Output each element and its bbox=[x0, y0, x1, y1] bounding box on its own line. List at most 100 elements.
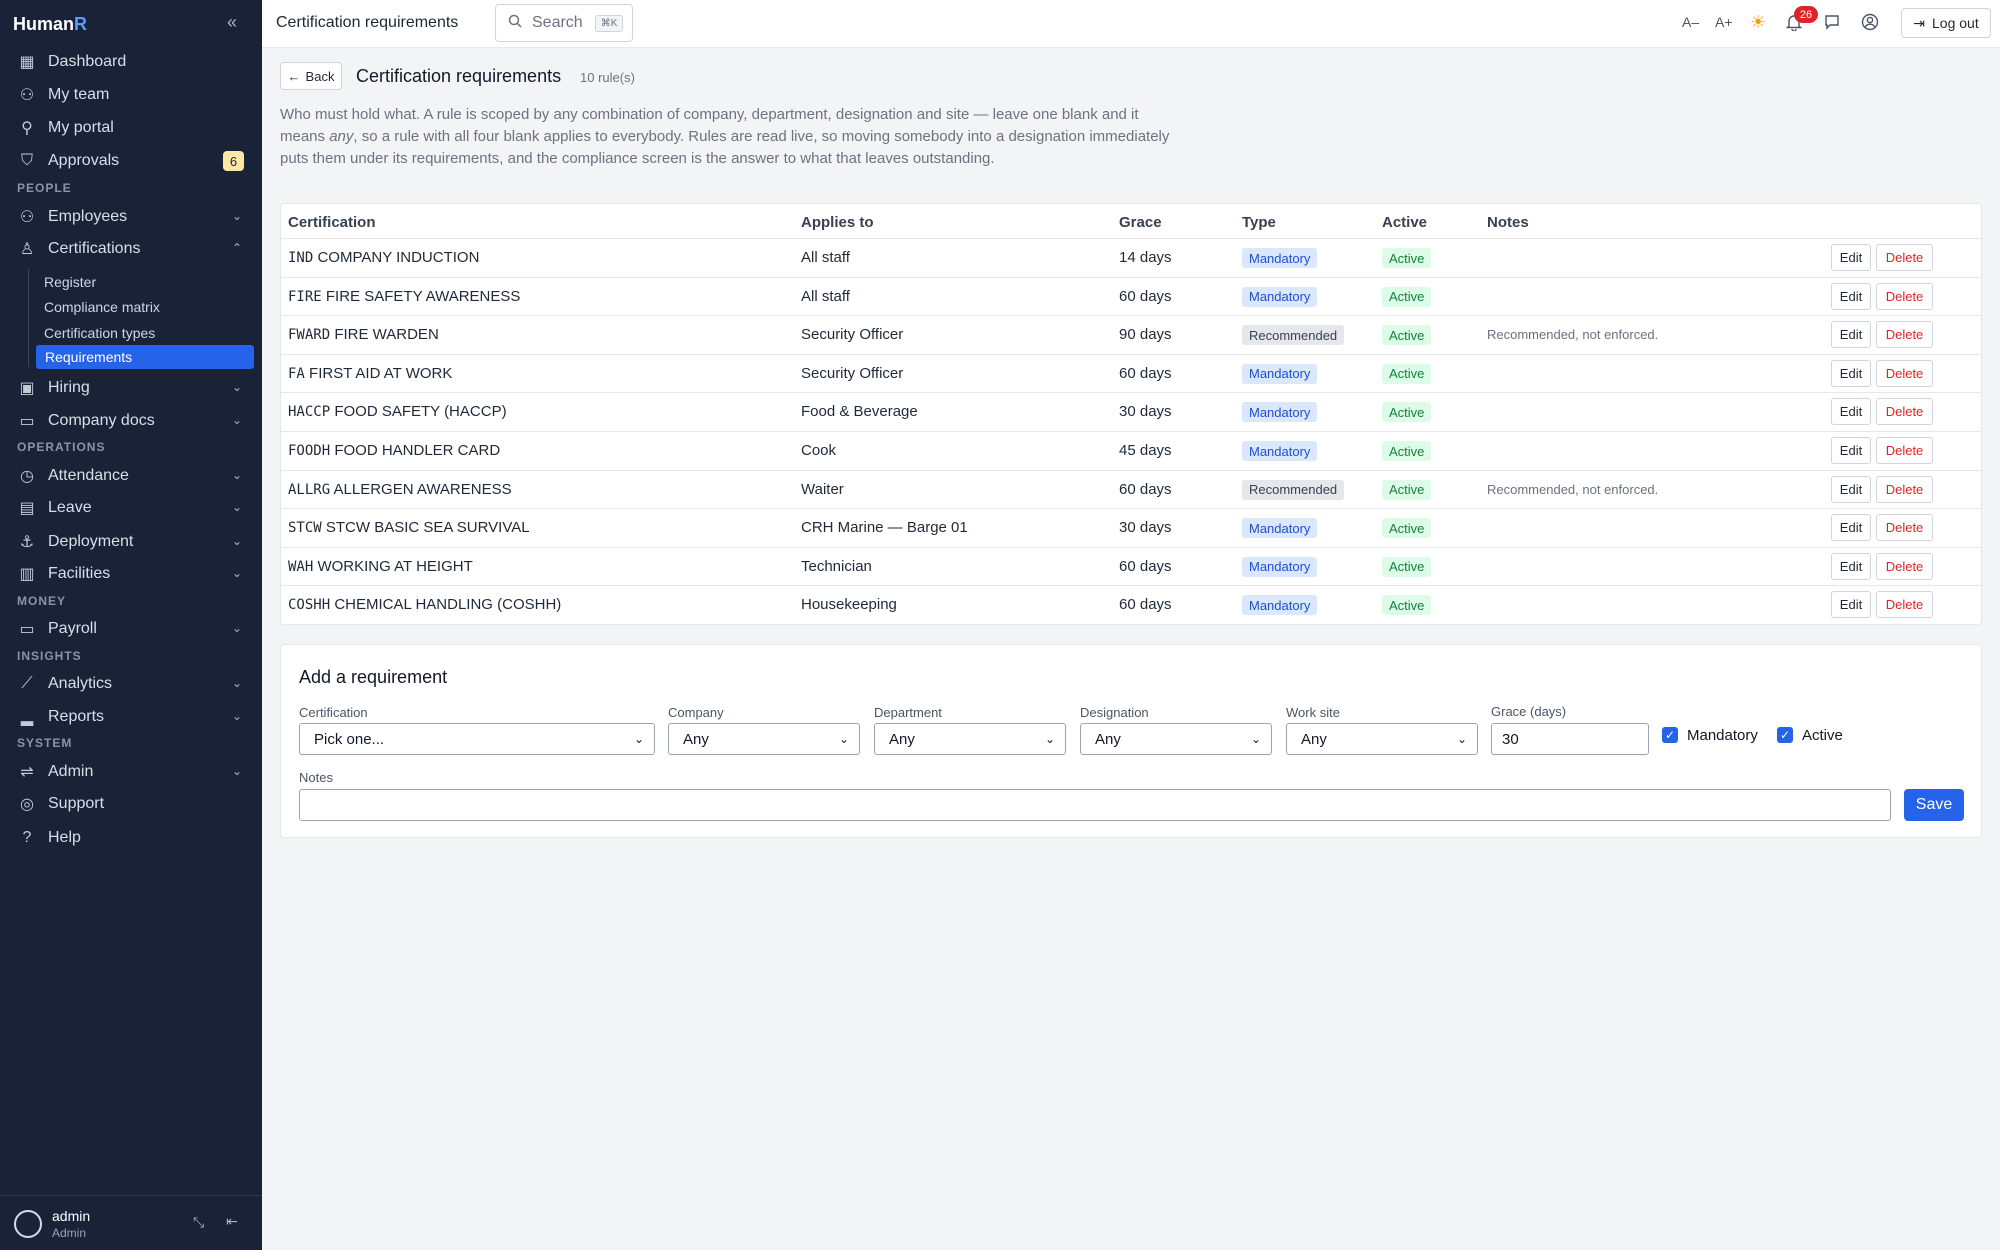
sidebar-item-my-portal[interactable]: ⚲ My portal bbox=[0, 113, 262, 143]
sidebar-subitem-certification-types[interactable]: Certification types bbox=[28, 321, 254, 345]
sidebar-item-facilities[interactable]: ▥ Facilities ⌄ bbox=[0, 559, 262, 589]
sidebar-item-support[interactable]: ◎ Support bbox=[0, 789, 262, 819]
save-button[interactable]: Save bbox=[1904, 789, 1964, 821]
sidebar-item-label: Dashboard bbox=[48, 53, 127, 70]
sidebar-subitem-requirements[interactable]: Requirements bbox=[36, 345, 254, 369]
col-header-active[interactable]: Active bbox=[1382, 214, 1427, 231]
messages-icon[interactable] bbox=[1824, 14, 1840, 33]
sidebar-item-approvals[interactable]: ⛉ Approvals 6 bbox=[0, 146, 262, 176]
notes-input[interactable] bbox=[299, 789, 1891, 821]
edit-button[interactable]: Edit bbox=[1831, 552, 1871, 580]
edit-button[interactable]: Edit bbox=[1831, 321, 1871, 349]
sidebar-subitem-register[interactable]: Register bbox=[28, 270, 254, 294]
collapse-sidebar-icon[interactable]: « bbox=[227, 12, 237, 33]
col-header-type[interactable]: Type bbox=[1242, 214, 1276, 231]
col-header-notes[interactable]: Notes bbox=[1487, 214, 1529, 231]
delete-button[interactable]: Delete bbox=[1876, 321, 1933, 349]
chevron-down-icon[interactable]: ⌄ bbox=[232, 534, 242, 548]
sign-out-icon[interactable]: ⇤ bbox=[226, 1213, 238, 1230]
award-icon: ♙ bbox=[19, 241, 35, 258]
sidebar-item-leave[interactable]: ▤ Leave ⌄ bbox=[0, 493, 262, 523]
department-select[interactable]: Any ⌄ bbox=[874, 723, 1066, 755]
company-select[interactable]: Any ⌄ bbox=[668, 723, 860, 755]
chevron-down-icon[interactable]: ⌄ bbox=[232, 764, 242, 778]
sidebar-item-label: Support bbox=[48, 795, 105, 812]
cert-name: COMPANY INDUCTION bbox=[317, 249, 480, 266]
delete-button[interactable]: Delete bbox=[1876, 552, 1933, 580]
user-name: admin bbox=[52, 1208, 91, 1224]
font-larger-button[interactable]: A+ bbox=[1715, 14, 1733, 30]
sidebar-item-hiring[interactable]: ▣ Hiring ⌄ bbox=[0, 373, 262, 403]
sidebar-item-employees[interactable]: ⚇ Employees ⌄ bbox=[0, 202, 262, 232]
edit-button[interactable]: Edit bbox=[1831, 475, 1871, 503]
sidebar-item-analytics[interactable]: ⟋ Analytics ⌄ bbox=[0, 669, 262, 699]
sidebar-item-help[interactable]: ? Help bbox=[0, 823, 262, 853]
brand-logo[interactable]: HumanR bbox=[13, 14, 87, 35]
cell-applies-to: Cook bbox=[801, 442, 837, 459]
chevron-down-icon: ⌄ bbox=[1044, 732, 1055, 746]
logout-button[interactable]: ⇥ Log out bbox=[1901, 8, 1991, 38]
chevron-down-icon[interactable]: ⌄ bbox=[232, 413, 242, 427]
sidebar-item-reports[interactable]: ▂ Reports ⌄ bbox=[0, 702, 262, 732]
edit-button[interactable]: Edit bbox=[1831, 244, 1871, 271]
col-header-certification[interactable]: Certification bbox=[288, 214, 376, 231]
sidebar-item-payroll[interactable]: ▭ Payroll ⌄ bbox=[0, 614, 262, 644]
sidebar-item-attendance[interactable]: ◷ Attendance ⌄ bbox=[0, 461, 262, 491]
sidebar-item-certifications[interactable]: ♙ Certifications ⌃ bbox=[0, 234, 262, 264]
active-badge: Active bbox=[1382, 556, 1432, 577]
chevron-down-icon[interactable]: ⌄ bbox=[232, 676, 242, 690]
sidebar-item-admin[interactable]: ⇌ Admin ⌄ bbox=[0, 757, 262, 787]
col-header-applies-to[interactable]: Applies to bbox=[801, 214, 874, 231]
edit-button[interactable]: Edit bbox=[1831, 514, 1871, 542]
avatar[interactable] bbox=[14, 1210, 42, 1238]
active-badge: Active bbox=[1382, 325, 1432, 346]
chevron-down-icon[interactable]: ⌄ bbox=[232, 380, 242, 394]
delete-button[interactable]: Delete bbox=[1876, 359, 1933, 387]
company-label: Company bbox=[668, 705, 724, 720]
type-badge: Mandatory bbox=[1242, 286, 1318, 307]
sidebar-item-company-docs[interactable]: ▭ Company docs ⌄ bbox=[0, 406, 262, 436]
table-row: STCW STCW BASIC SEA SURVIVAL CRH Marine —… bbox=[281, 508, 1981, 547]
delete-button[interactable]: Delete bbox=[1876, 398, 1933, 426]
edit-button[interactable]: Edit bbox=[1831, 591, 1871, 619]
delete-button[interactable]: Delete bbox=[1876, 591, 1933, 619]
delete-button[interactable]: Delete bbox=[1876, 282, 1933, 310]
back-button[interactable]: ← Back bbox=[280, 62, 342, 90]
cell-certification: FOODH FOOD HANDLER CARD bbox=[288, 442, 500, 459]
sidebar-user: admin Admin ⤡ ⇤ bbox=[0, 1195, 262, 1250]
chevron-down-icon[interactable]: ⌄ bbox=[232, 500, 242, 514]
work-site-label: Work site bbox=[1286, 705, 1340, 720]
chevron-down-icon[interactable]: ⌄ bbox=[232, 468, 242, 482]
grace-label: Grace (days) bbox=[1491, 704, 1567, 719]
delete-button[interactable]: Delete bbox=[1876, 437, 1933, 464]
sidebar-item-my-team[interactable]: ⚇ My team bbox=[0, 80, 262, 110]
chevron-down-icon[interactable]: ⌄ bbox=[232, 621, 242, 635]
delete-button[interactable]: Delete bbox=[1876, 244, 1933, 271]
edit-button[interactable]: Edit bbox=[1831, 398, 1871, 426]
grace-input[interactable]: 30 bbox=[1491, 723, 1649, 755]
expand-collapse-icon[interactable]: ⤡ bbox=[193, 1214, 204, 1231]
chevron-down-icon[interactable]: ⌄ bbox=[232, 709, 242, 723]
certification-select[interactable]: Pick one... ⌄ bbox=[299, 723, 655, 755]
work-site-select[interactable]: Any ⌄ bbox=[1286, 723, 1478, 755]
col-header-grace[interactable]: Grace bbox=[1119, 214, 1162, 231]
chevron-down-icon[interactable]: ⌄ bbox=[232, 566, 242, 580]
delete-button[interactable]: Delete bbox=[1876, 514, 1933, 542]
designation-select[interactable]: Any ⌄ bbox=[1080, 723, 1272, 755]
sidebar-subitem-compliance-matrix[interactable]: Compliance matrix bbox=[28, 295, 254, 319]
font-smaller-button[interactable]: A– bbox=[1682, 14, 1699, 30]
edit-button[interactable]: Edit bbox=[1831, 282, 1871, 310]
mandatory-checkbox[interactable]: ✓ bbox=[1662, 727, 1678, 743]
sidebar-item-deployment[interactable]: ⚓ Deployment ⌄ bbox=[0, 527, 262, 557]
profile-icon[interactable] bbox=[1861, 13, 1879, 34]
theme-sun-icon[interactable]: ☀ bbox=[1750, 12, 1766, 33]
chevron-down-icon[interactable]: ⌄ bbox=[232, 209, 242, 223]
edit-button[interactable]: Edit bbox=[1831, 359, 1871, 387]
delete-button[interactable]: Delete bbox=[1876, 475, 1933, 503]
search-button[interactable]: Search ⌘K bbox=[495, 4, 633, 42]
chevron-up-icon[interactable]: ⌃ bbox=[232, 241, 242, 255]
active-checkbox[interactable]: ✓ bbox=[1777, 727, 1793, 743]
search-shortcut: ⌘K bbox=[594, 14, 624, 32]
sidebar-item-dashboard[interactable]: ▦ Dashboard bbox=[0, 47, 262, 77]
edit-button[interactable]: Edit bbox=[1831, 437, 1871, 464]
